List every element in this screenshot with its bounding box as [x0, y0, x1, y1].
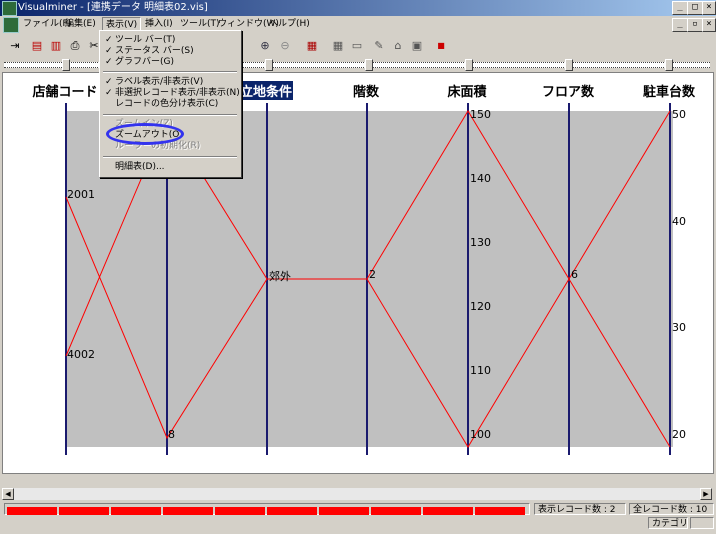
- tick-label: 20: [672, 428, 686, 441]
- progress-segment: [59, 507, 109, 515]
- app-icon[interactable]: [2, 1, 17, 16]
- scroll-left-button[interactable]: ◀: [2, 488, 14, 500]
- progress-segment: [215, 507, 265, 515]
- menu-help[interactable]: ヘルプ(H): [266, 17, 313, 31]
- tick-label: 50: [672, 108, 686, 121]
- menu-separator: [103, 156, 237, 158]
- progress-segment: [371, 507, 421, 515]
- progress-segment: [267, 507, 317, 515]
- menu-item-detail-table[interactable]: 明細表(D)...: [102, 160, 238, 174]
- tick-label: 8: [168, 428, 175, 441]
- report-icon[interactable]: ▣: [408, 37, 426, 54]
- tick-label: 110: [470, 364, 491, 377]
- close-button[interactable]: ×: [702, 1, 716, 15]
- draw-icon[interactable]: ✎: [370, 37, 388, 54]
- menu-item-graphbar[interactable]: ✓ グラフバー(G): [102, 55, 238, 69]
- maximize-button[interactable]: □: [687, 1, 703, 15]
- tick-label: 140: [470, 172, 491, 185]
- axis-header-parking[interactable]: 駐車台数: [643, 81, 695, 100]
- progress-segment: [111, 507, 161, 515]
- check-icon: ✓: [105, 57, 113, 67]
- zoom-in-icon[interactable]: ⊕: [256, 37, 274, 54]
- slider-thumb[interactable]: [665, 59, 673, 71]
- displayed-records-count: 表示レコード数 : 2: [534, 503, 626, 515]
- tick-label: 40: [672, 215, 686, 228]
- tick-label: 4002: [67, 348, 95, 361]
- doc-minimize-button[interactable]: _: [672, 18, 688, 32]
- doc-restore-button[interactable]: ▫: [687, 18, 703, 32]
- menu-item-label: レコードの色分け表示(C): [115, 99, 219, 109]
- menu-separator: [103, 114, 237, 116]
- slider-thumb[interactable]: [365, 59, 373, 71]
- menu-insert[interactable]: 挿入(I): [142, 17, 176, 31]
- minimize-button[interactable]: _: [672, 1, 688, 15]
- tick-label: 2: [369, 268, 376, 281]
- progress-segment: [7, 507, 57, 515]
- tick-label: 郊外: [269, 270, 291, 283]
- menu-item-color-records[interactable]: レコードの色分け表示(C): [102, 97, 238, 111]
- progress-segment: [475, 507, 525, 515]
- filter-icon[interactable]: ⌂: [389, 37, 407, 54]
- axis-header-store-code[interactable]: 店舗コード: [32, 81, 97, 100]
- zoom-out-icon[interactable]: ⊖: [276, 37, 294, 54]
- axis-header-floor-area[interactable]: 床面積: [447, 81, 486, 100]
- import-icon[interactable]: ⇥: [6, 37, 24, 54]
- table-icon[interactable]: ▦: [329, 37, 347, 54]
- chart-icon[interactable]: ▭: [348, 37, 366, 54]
- status-pane: [690, 517, 714, 529]
- tick-label: 130: [470, 236, 491, 249]
- open-icon[interactable]: ▤: [28, 37, 46, 54]
- slider-thumb[interactable]: [265, 59, 273, 71]
- save-icon[interactable]: ▥: [47, 37, 65, 54]
- progress-segment: [319, 507, 369, 515]
- menu-item-label: グラフバー(G): [115, 57, 174, 67]
- axis-header-floor-count[interactable]: フロア数: [542, 81, 594, 100]
- progress-bar: [4, 503, 530, 515]
- scroll-right-button[interactable]: ▶: [700, 488, 712, 500]
- tick-label: 30: [672, 321, 686, 334]
- zoom-out-highlight-circle: [106, 123, 184, 145]
- tick-label: 150: [470, 108, 491, 121]
- slider-thumb[interactable]: [465, 59, 473, 71]
- tick-label: 2001: [67, 188, 95, 201]
- status-bar: 表示レコード数 : 2 全レコード数 : 10 カテゴリ: [2, 502, 714, 532]
- axis-header-floors[interactable]: 階数: [353, 81, 379, 100]
- total-records-count: 全レコード数 : 10: [629, 503, 714, 515]
- window-title: Visualminer - [連携データ 明細表02.vis]: [18, 2, 208, 13]
- progress-segment: [163, 507, 213, 515]
- print-icon[interactable]: ⎙: [66, 37, 84, 54]
- slider-thumb[interactable]: [565, 59, 573, 71]
- horizontal-scrollbar[interactable]: ◀ ▶: [2, 488, 712, 500]
- tick-label: 100: [470, 428, 491, 441]
- document-icon[interactable]: [3, 17, 19, 33]
- axis-header-location[interactable]: 立地条件: [238, 81, 294, 100]
- title-bar: Visualminer - [連携データ 明細表02.vis] _ □ ×: [0, 0, 716, 16]
- tick-label: 6: [571, 268, 578, 281]
- view-menu-dropdown: ✓ ツール バー(T) ✓ ステータス バー(S) ✓ グラフバー(G) ✓ ラベル表示…: [99, 30, 242, 178]
- progress-segment: [423, 507, 473, 515]
- slider-thumb[interactable]: [62, 59, 70, 71]
- category-indicator: カテゴリ: [648, 517, 688, 529]
- doc-close-button[interactable]: ×: [702, 18, 716, 32]
- menu-item-label: 明細表(D)...: [115, 162, 165, 172]
- grid-icon[interactable]: ▦: [303, 37, 321, 54]
- tick-label: 120: [470, 300, 491, 313]
- menu-edit[interactable]: 編集(E): [62, 17, 99, 31]
- stop-icon[interactable]: ■: [432, 37, 450, 54]
- menu-separator: [103, 71, 237, 73]
